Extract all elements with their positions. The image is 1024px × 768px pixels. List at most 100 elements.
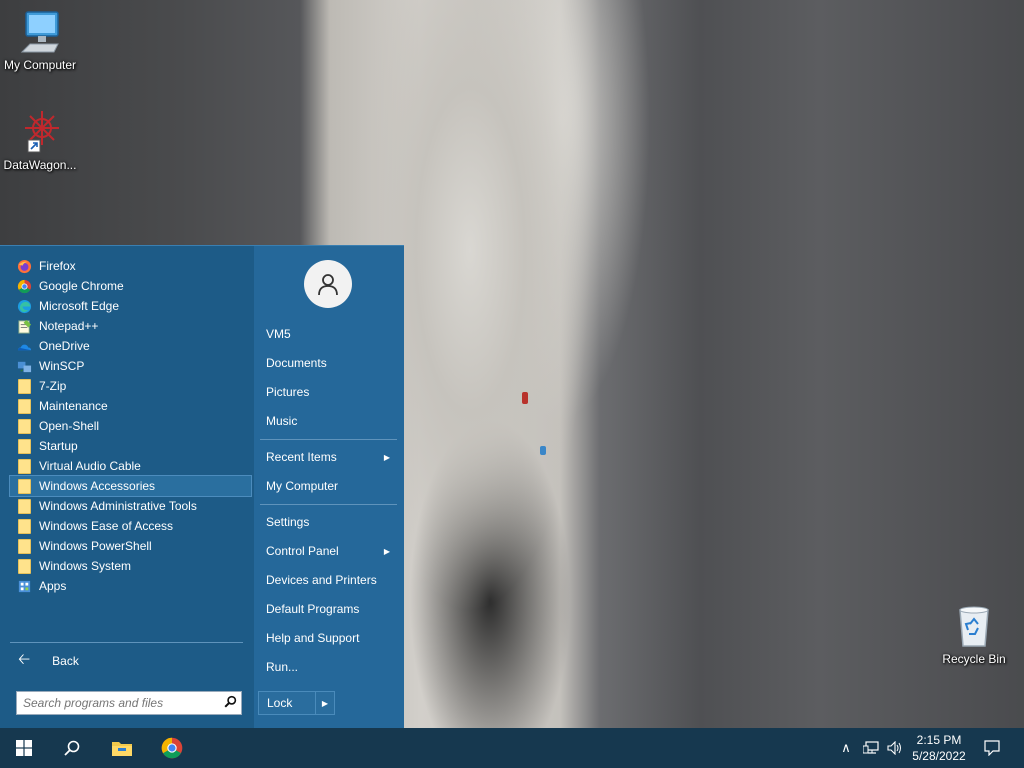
menu-item-label: Settings <box>266 515 310 529</box>
folder-icon <box>17 418 32 434</box>
program-label: Windows Ease of Access <box>39 519 174 533</box>
program-label: Notepad++ <box>39 319 99 333</box>
program-item-google-chrome[interactable]: Google Chrome <box>10 276 251 296</box>
menu-item-label: My Computer <box>266 479 339 493</box>
menu-item-label: VM5 <box>266 327 291 341</box>
desktop-icon-label: DataWagon... <box>3 158 77 172</box>
program-item-firefox[interactable]: Firefox <box>10 256 251 276</box>
folder-icon <box>17 458 32 474</box>
folder-icon <box>17 518 32 534</box>
program-folder-windows-accessories[interactable]: Windows Accessories <box>9 475 252 497</box>
chevron-up-icon: ∧ <box>841 740 851 755</box>
program-folder-maintenance[interactable]: Maintenance <box>10 396 251 416</box>
program-folder-windows-system[interactable]: Windows System <box>10 556 251 576</box>
start-button[interactable] <box>0 728 48 768</box>
menu-item-vm5[interactable]: VM5 <box>266 323 396 345</box>
search-input[interactable] <box>17 693 219 713</box>
menu-item-devices-and-printers[interactable]: Devices and Printers <box>266 569 396 591</box>
folder-icon <box>17 498 32 514</box>
taskbar-search-button[interactable] <box>48 728 96 768</box>
program-folder-7-zip[interactable]: 7-Zip <box>10 376 251 396</box>
taskbar-clock[interactable]: 2:15 PM 5/28/2022 <box>900 732 978 764</box>
program-item-apps[interactable]: Apps <box>10 576 251 596</box>
user-avatar[interactable] <box>304 260 352 308</box>
desktop-icon-datawagon[interactable]: DataWagon... <box>0 108 80 172</box>
program-item-microsoft-edge[interactable]: Microsoft Edge <box>10 296 251 316</box>
menu-item-help-and-support[interactable]: Help and Support <box>266 627 396 649</box>
file-explorer-icon <box>112 742 132 756</box>
climber-figure-blue <box>540 446 546 455</box>
menu-item-label: Help and Support <box>266 631 360 645</box>
clock-date: 5/28/2022 <box>912 749 966 763</box>
divider <box>260 504 397 505</box>
desktop-icon-recycle-bin[interactable]: Recycle Bin <box>934 602 1014 666</box>
program-label: Apps <box>39 579 67 593</box>
chrome-icon <box>161 737 183 759</box>
show-hidden-icons-button[interactable]: ∧ <box>836 728 856 768</box>
taskbar-chrome[interactable] <box>148 728 196 768</box>
search-icon[interactable] <box>219 695 241 711</box>
program-folder-windows-administrative-tools[interactable]: Windows Administrative Tools <box>10 496 251 516</box>
onedrive-icon <box>17 339 32 354</box>
menu-item-label: Pictures <box>266 385 310 399</box>
menu-item-music[interactable]: Music <box>266 410 396 432</box>
program-folder-virtual-audio-cable[interactable]: Virtual Audio Cable <box>10 456 251 476</box>
menu-item-documents[interactable]: Documents <box>266 352 396 374</box>
back-button[interactable]: 🡠 Back <box>18 651 79 671</box>
climber-figure-red <box>522 392 528 404</box>
desktop-icon-my-computer[interactable]: My Computer <box>0 8 80 72</box>
program-item-notepadpp[interactable]: Notepad++ <box>10 316 251 336</box>
submenu-arrow-icon: ▶ <box>383 452 390 462</box>
submenu-arrow-icon: ▶ <box>383 546 390 556</box>
menu-item-my-computer[interactable]: My Computer <box>266 475 396 497</box>
search-box[interactable] <box>16 691 242 715</box>
desktop-icon-label: My Computer <box>3 58 77 72</box>
program-label: Google Chrome <box>39 279 124 293</box>
notifications-button[interactable] <box>980 728 1004 768</box>
program-folder-windows-ease-of-access[interactable]: Windows Ease of Access <box>10 516 251 536</box>
program-label: Open-Shell <box>39 419 100 433</box>
divider <box>10 642 243 643</box>
menu-item-label: Recent Items <box>266 450 337 464</box>
folder-icon <box>17 438 32 454</box>
program-label: Firefox <box>39 259 76 273</box>
program-folder-windows-powershell[interactable]: Windows PowerShell <box>10 536 251 556</box>
notification-icon <box>984 740 1000 756</box>
windows-logo-icon <box>16 740 32 756</box>
program-item-winscp[interactable]: WinSCP <box>10 356 251 376</box>
shutdown-options-button[interactable]: ▶ <box>315 691 335 715</box>
menu-item-label: Default Programs <box>266 602 360 616</box>
taskbar: ∧ 2:15 PM 5/28/2022 <box>0 728 1024 768</box>
user-icon <box>318 274 338 296</box>
network-icon <box>863 741 879 754</box>
menu-item-run[interactable]: Run... <box>266 656 396 678</box>
folder-icon <box>17 538 32 554</box>
folder-icon <box>17 558 32 574</box>
menu-item-pictures[interactable]: Pictures <box>266 381 396 403</box>
menu-item-recent-items[interactable]: Recent Items ▶ <box>266 446 396 468</box>
menu-item-control-panel[interactable]: Control Panel ▶ <box>266 540 396 562</box>
program-label: WinSCP <box>39 359 85 373</box>
program-folder-open-shell[interactable]: Open-Shell <box>10 416 251 436</box>
menu-item-label: Devices and Printers <box>266 573 377 587</box>
recycle-bin-icon <box>959 606 989 647</box>
folder-icon <box>17 478 32 494</box>
folder-icon <box>17 398 32 414</box>
program-item-onedrive[interactable]: OneDrive <box>10 336 251 356</box>
menu-item-default-programs[interactable]: Default Programs <box>266 598 396 620</box>
desktop-icon-label: Recycle Bin <box>942 652 1006 666</box>
chevron-right-icon: ▶ <box>321 698 329 708</box>
arrow-left-icon: 🡠 <box>18 650 31 668</box>
program-label: Startup <box>39 439 78 453</box>
menu-item-label: Music <box>266 414 298 428</box>
network-status-button[interactable] <box>860 728 882 768</box>
lock-button[interactable]: Lock <box>258 691 316 715</box>
back-label: Back <box>52 654 79 668</box>
taskbar-file-explorer[interactable] <box>98 728 146 768</box>
search-icon <box>64 740 80 756</box>
menu-item-settings[interactable]: Settings <box>266 511 396 533</box>
computer-icon <box>20 11 59 53</box>
lock-label: Lock <box>267 696 293 710</box>
program-label: OneDrive <box>39 339 90 353</box>
program-folder-startup[interactable]: Startup <box>10 436 251 456</box>
